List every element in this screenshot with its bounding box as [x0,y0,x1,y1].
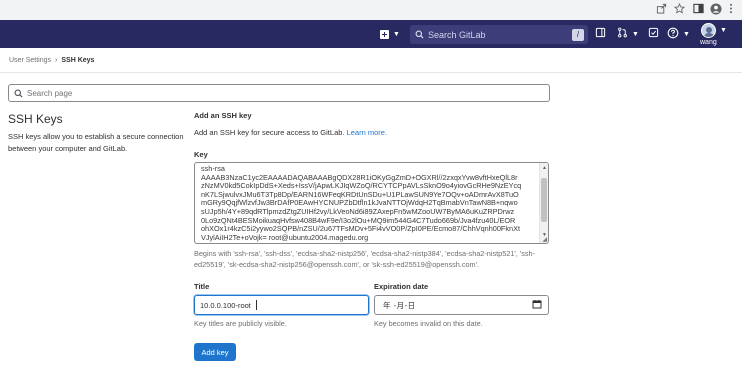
help-dropdown[interactable]: ▼ [667,20,690,48]
expiration-date-input[interactable]: 年 -月-日 [374,295,549,315]
breadcrumb: User Settings › SSH Keys [9,57,94,64]
expiration-date-value: 年 -月-日 [383,300,416,310]
username-label: wang [700,39,717,46]
text-cursor [255,300,257,310]
title-input[interactable]: 10.0.0.100-root [194,295,369,315]
textarea-scrollbar[interactable]: ▲ ▼ [539,163,548,243]
share-icon[interactable] [656,3,667,19]
section-description: SSH keys allow you to establish a secure… [8,132,184,153]
form-heading: Add an SSH key [194,111,252,120]
chevron-right-icon: › [55,57,58,64]
chevron-down-icon: ▼ [632,30,639,38]
search-icon [415,26,424,44]
settings-search-placeholder: Search page [27,88,73,98]
key-help-text: Begins with 'ssh-rsa', 'ssh-dss', 'ecdsa… [194,249,536,269]
breadcrumb-user-settings[interactable]: User Settings [9,57,51,64]
issues-link[interactable] [648,20,659,48]
key-textarea[interactable]: ssh-rsa AAAAB3NzaC1yc2EAAAADAQABAAABgQDX… [194,162,549,244]
issues-icon [648,27,659,41]
chevron-down-icon: ▼ [393,30,400,38]
merge-requests-dropdown[interactable]: ▼ [617,20,639,48]
add-key-button[interactable]: Add key [194,343,236,361]
scrollbar-thumb[interactable] [541,178,547,222]
scroll-up-icon[interactable]: ▲ [542,165,547,171]
title-input-value: 10.0.0.100-root [200,300,251,310]
create-new-dropdown[interactable]: ▼ [380,20,400,48]
learn-more-link[interactable]: Learn more. [347,128,387,137]
browser-toolbar [0,0,742,20]
page-title: SSH Keys [8,112,63,126]
key-label: Key [194,150,208,159]
search-shortcut-key: / [572,28,584,41]
divider [0,72,742,73]
calendar-icon[interactable] [532,299,542,311]
star-icon[interactable] [673,2,686,19]
sidebar-toggle[interactable] [595,20,606,48]
chevron-down-icon: ▼ [683,30,690,38]
search-icon [14,89,23,98]
help-icon [667,27,679,42]
more-icon[interactable] [729,3,733,19]
expiration-date-label: Expiration date [374,282,429,291]
expiration-hint: Key becomes invalid on this date. [374,319,483,328]
avatar [701,22,716,38]
merge-request-icon [617,27,628,41]
key-textarea-value: ssh-rsa AAAAB3NzaC1yc2EAAAADAQABAAABgQDX… [201,164,522,242]
settings-search-input[interactable]: Search page [8,84,550,102]
resize-handle-icon[interactable]: ◢ [542,237,547,243]
title-label: Title [194,282,210,291]
form-description: Add an SSH key for secure access to GitL… [194,128,387,137]
chevron-down-icon: ▼ [720,26,727,34]
global-search-input[interactable]: Search GitLab / [410,25,588,44]
search-placeholder: Search GitLab [428,29,486,40]
plus-icon [380,29,389,39]
sidebar-icon[interactable] [693,3,704,19]
title-hint: Key titles are publicly visible. [194,319,287,328]
sidebar-panel-icon [595,27,606,41]
form-description-text: Add an SSH key for secure access to GitL… [194,128,345,137]
breadcrumb-ssh-keys[interactable]: SSH Keys [61,57,94,64]
